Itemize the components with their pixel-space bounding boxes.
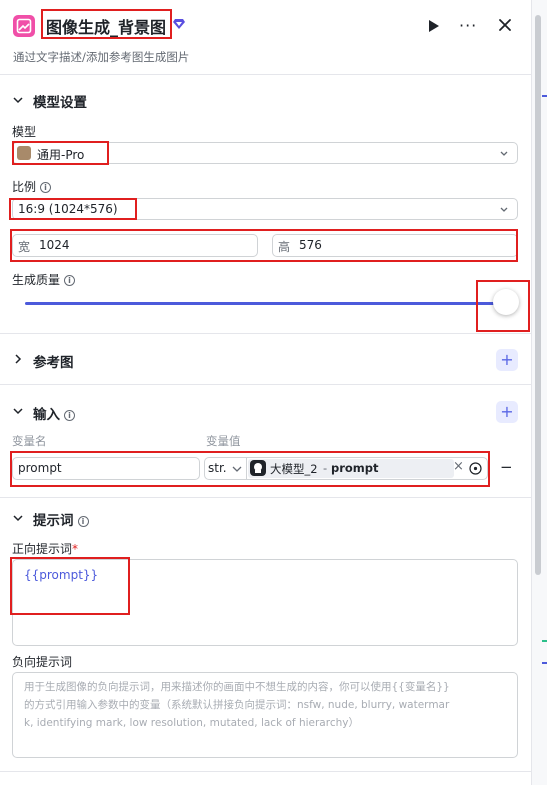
play-icon[interactable]	[424, 17, 442, 35]
section-title-input[interactable]: 输入 i	[33, 403, 75, 423]
annotation-box	[41, 9, 172, 39]
divider	[0, 771, 531, 772]
divider	[0, 333, 531, 334]
positive-prompt-label: 正向提示词*	[12, 542, 79, 556]
edge-mark	[542, 640, 547, 642]
info-icon[interactable]: i	[77, 515, 89, 527]
negative-prompt-label: 负向提示词	[12, 655, 73, 669]
node-description: 通过文字描述/添加参考图生成图片	[13, 50, 190, 64]
chevron-down-icon[interactable]	[12, 94, 24, 106]
annotation-box	[476, 280, 530, 332]
chevron-down-icon	[500, 151, 508, 156]
section-title-prompt[interactable]: 提示词 i	[33, 509, 89, 529]
node-config-panel: 图像生成_背景图 ··· 通过文字描述/添加参考图生成图片 模型设置 模型 通用…	[0, 0, 531, 785]
image-node-icon	[13, 15, 35, 37]
remove-row-button[interactable]: −	[500, 458, 513, 476]
add-reference-button[interactable]: +	[496, 349, 518, 371]
diamond-icon	[173, 19, 185, 29]
annotation-box	[10, 229, 518, 262]
chevron-down-icon	[500, 207, 508, 212]
annotation-box	[10, 557, 130, 615]
chevron-down-icon[interactable]	[12, 512, 24, 524]
add-input-button[interactable]: +	[496, 401, 518, 423]
column-header-value: 变量值	[206, 434, 241, 448]
ratio-label: 比例 i	[12, 178, 52, 195]
info-icon[interactable]: i	[64, 275, 76, 286]
section-title-model[interactable]: 模型设置	[33, 91, 87, 111]
chevron-right-icon[interactable]	[12, 353, 24, 365]
quality-slider-track[interactable]	[25, 302, 505, 305]
more-icon[interactable]: ···	[459, 16, 477, 35]
negative-prompt-placeholder: 用于生成图像的负向提示词，用来描述你的画面中不想生成的内容，你可以使用{{变量名…	[24, 681, 450, 729]
negative-prompt-textarea[interactable]: 用于生成图像的负向提示词，用来描述你的画面中不想生成的内容，你可以使用{{变量名…	[12, 672, 518, 758]
quality-label: 生成质量 i	[12, 271, 76, 288]
model-label: 模型	[12, 125, 37, 139]
divider	[0, 497, 531, 498]
annotation-box	[12, 141, 109, 165]
column-header-name: 变量名	[12, 434, 47, 448]
info-icon[interactable]: i	[40, 182, 52, 193]
annotation-box	[9, 198, 137, 220]
annotation-box	[10, 451, 490, 487]
edge-mark	[542, 95, 547, 97]
info-icon[interactable]: i	[64, 409, 75, 421]
scrollbar[interactable]	[535, 15, 541, 575]
chevron-down-icon[interactable]	[12, 405, 24, 417]
edge-mark	[542, 662, 547, 664]
section-title-reference[interactable]: 参考图	[33, 351, 74, 371]
close-icon[interactable]	[496, 16, 514, 34]
divider	[0, 384, 531, 385]
